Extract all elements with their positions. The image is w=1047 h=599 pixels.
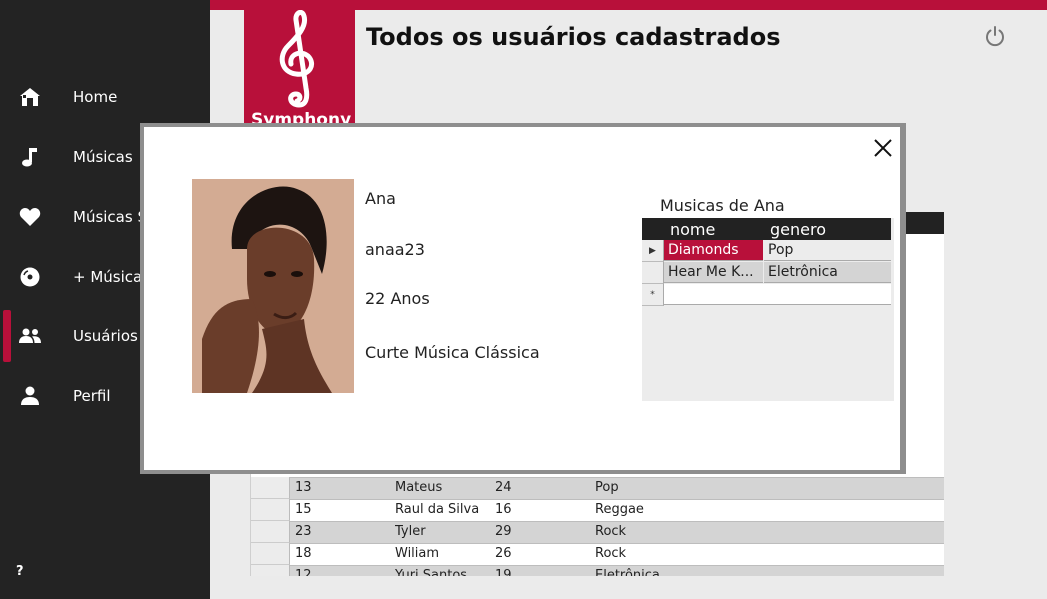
new-row-cell[interactable] xyxy=(664,284,891,305)
cell-nome[interactable]: Mateus xyxy=(395,480,489,495)
cell-id[interactable]: 18 xyxy=(295,546,312,561)
cell-genero[interactable]: Rock xyxy=(595,546,626,561)
row-header[interactable] xyxy=(251,543,290,565)
cell-genero[interactable]: Rock xyxy=(595,524,626,539)
cell-id[interactable]: 23 xyxy=(295,524,312,539)
cell-nome[interactable]: Hear Me K... xyxy=(664,262,763,283)
table-row[interactable]: 13 Mateus 24 Pop xyxy=(251,477,944,500)
page-title: Todos os usuários cadastrados xyxy=(366,23,781,51)
users-icon xyxy=(18,324,42,348)
row-header[interactable] xyxy=(251,521,290,543)
cell-nome[interactable]: Yuri Santos xyxy=(395,568,489,576)
person-icon xyxy=(18,384,42,408)
cell-nome[interactable]: Tyler xyxy=(395,524,489,539)
row-header[interactable] xyxy=(251,565,290,576)
table-row[interactable]: 18 Wiliam 26 Rock xyxy=(251,543,944,565)
table-row[interactable]: 12 Yuri Santos 19 Eletrônica xyxy=(251,565,944,576)
new-row-marker[interactable]: * xyxy=(642,284,664,306)
user-music-taste: Curte Música Clássica xyxy=(365,343,540,362)
table-row[interactable]: 15 Raul da Silva 16 Reggae xyxy=(251,499,944,521)
close-button[interactable] xyxy=(872,137,894,159)
user-age: 22 Anos xyxy=(365,289,430,308)
sidebar-item-home[interactable]: Home xyxy=(0,71,210,123)
sidebar-item-label: Perfil xyxy=(73,387,111,405)
grid-header: nome genero xyxy=(642,218,891,240)
music-note-icon xyxy=(18,145,42,169)
home-icon xyxy=(18,85,42,109)
app-logo: Symphony xyxy=(244,10,355,123)
row-selector[interactable] xyxy=(642,262,664,284)
treble-clef-icon xyxy=(279,10,314,108)
user-detail-modal: Ana anaa23 22 Anos Curte Música Clássica… xyxy=(140,123,906,474)
grid-row[interactable]: ▶ Diamonds Pop xyxy=(642,240,891,262)
cell-genero[interactable]: Pop xyxy=(764,240,891,261)
bottom-strip xyxy=(250,578,1040,599)
power-button[interactable] xyxy=(984,25,1006,47)
user-photo xyxy=(192,179,354,393)
modal-body: Ana anaa23 22 Anos Curte Música Clássica… xyxy=(144,127,900,470)
sidebar-item-label: Músicas S xyxy=(73,208,147,226)
user-username: anaa23 xyxy=(365,240,425,259)
user-music-grid: nome genero ▶ Diamonds Pop Hear Me K... … xyxy=(642,218,894,401)
row-header[interactable] xyxy=(251,477,290,499)
user-name: Ana xyxy=(365,189,396,208)
cell-genero[interactable]: Eletrônica xyxy=(764,262,891,283)
active-indicator xyxy=(3,310,11,362)
table-row[interactable]: 23 Tyler 29 Rock xyxy=(251,521,944,544)
row-selector[interactable]: ▶ xyxy=(642,240,664,262)
cell-idade[interactable]: 19 xyxy=(495,568,512,576)
brand-name: Symphony xyxy=(251,110,352,123)
cell-genero[interactable]: Pop xyxy=(595,480,619,495)
cell-idade[interactable]: 29 xyxy=(495,524,512,539)
power-icon xyxy=(986,26,1004,47)
row-header[interactable] xyxy=(251,499,290,521)
cell-genero[interactable]: Eletrônica xyxy=(595,568,660,576)
cell-id[interactable]: 13 xyxy=(295,480,312,495)
heart-icon xyxy=(18,205,42,229)
cell-nome[interactable]: Diamonds xyxy=(664,240,763,261)
grid-new-row[interactable]: * xyxy=(642,284,891,306)
cell-nome[interactable]: Wiliam xyxy=(395,546,489,561)
help-button[interactable]: ? xyxy=(16,564,24,579)
sidebar-item-label: Músicas xyxy=(73,148,133,166)
cell-idade[interactable]: 24 xyxy=(495,480,512,495)
sidebar-item-label: Home xyxy=(73,88,118,106)
music-list-title: Musicas de Ana xyxy=(660,196,785,215)
cell-idade[interactable]: 26 xyxy=(495,546,512,561)
grid-row[interactable]: Hear Me K... Eletrônica xyxy=(642,262,891,284)
cell-id[interactable]: 12 xyxy=(295,568,312,576)
cell-genero[interactable]: Reggae xyxy=(595,502,644,517)
column-header-nome[interactable]: nome xyxy=(670,220,715,239)
sidebar-item-label: + Música xyxy=(73,268,143,286)
cell-id[interactable]: 15 xyxy=(295,502,312,517)
disc-icon xyxy=(18,265,42,289)
column-header-genero[interactable]: genero xyxy=(770,220,826,239)
close-icon xyxy=(874,139,892,157)
cell-nome[interactable]: Raul da Silva xyxy=(395,502,489,517)
cell-idade[interactable]: 16 xyxy=(495,502,512,517)
sidebar-item-label: Usuários xyxy=(73,327,138,345)
